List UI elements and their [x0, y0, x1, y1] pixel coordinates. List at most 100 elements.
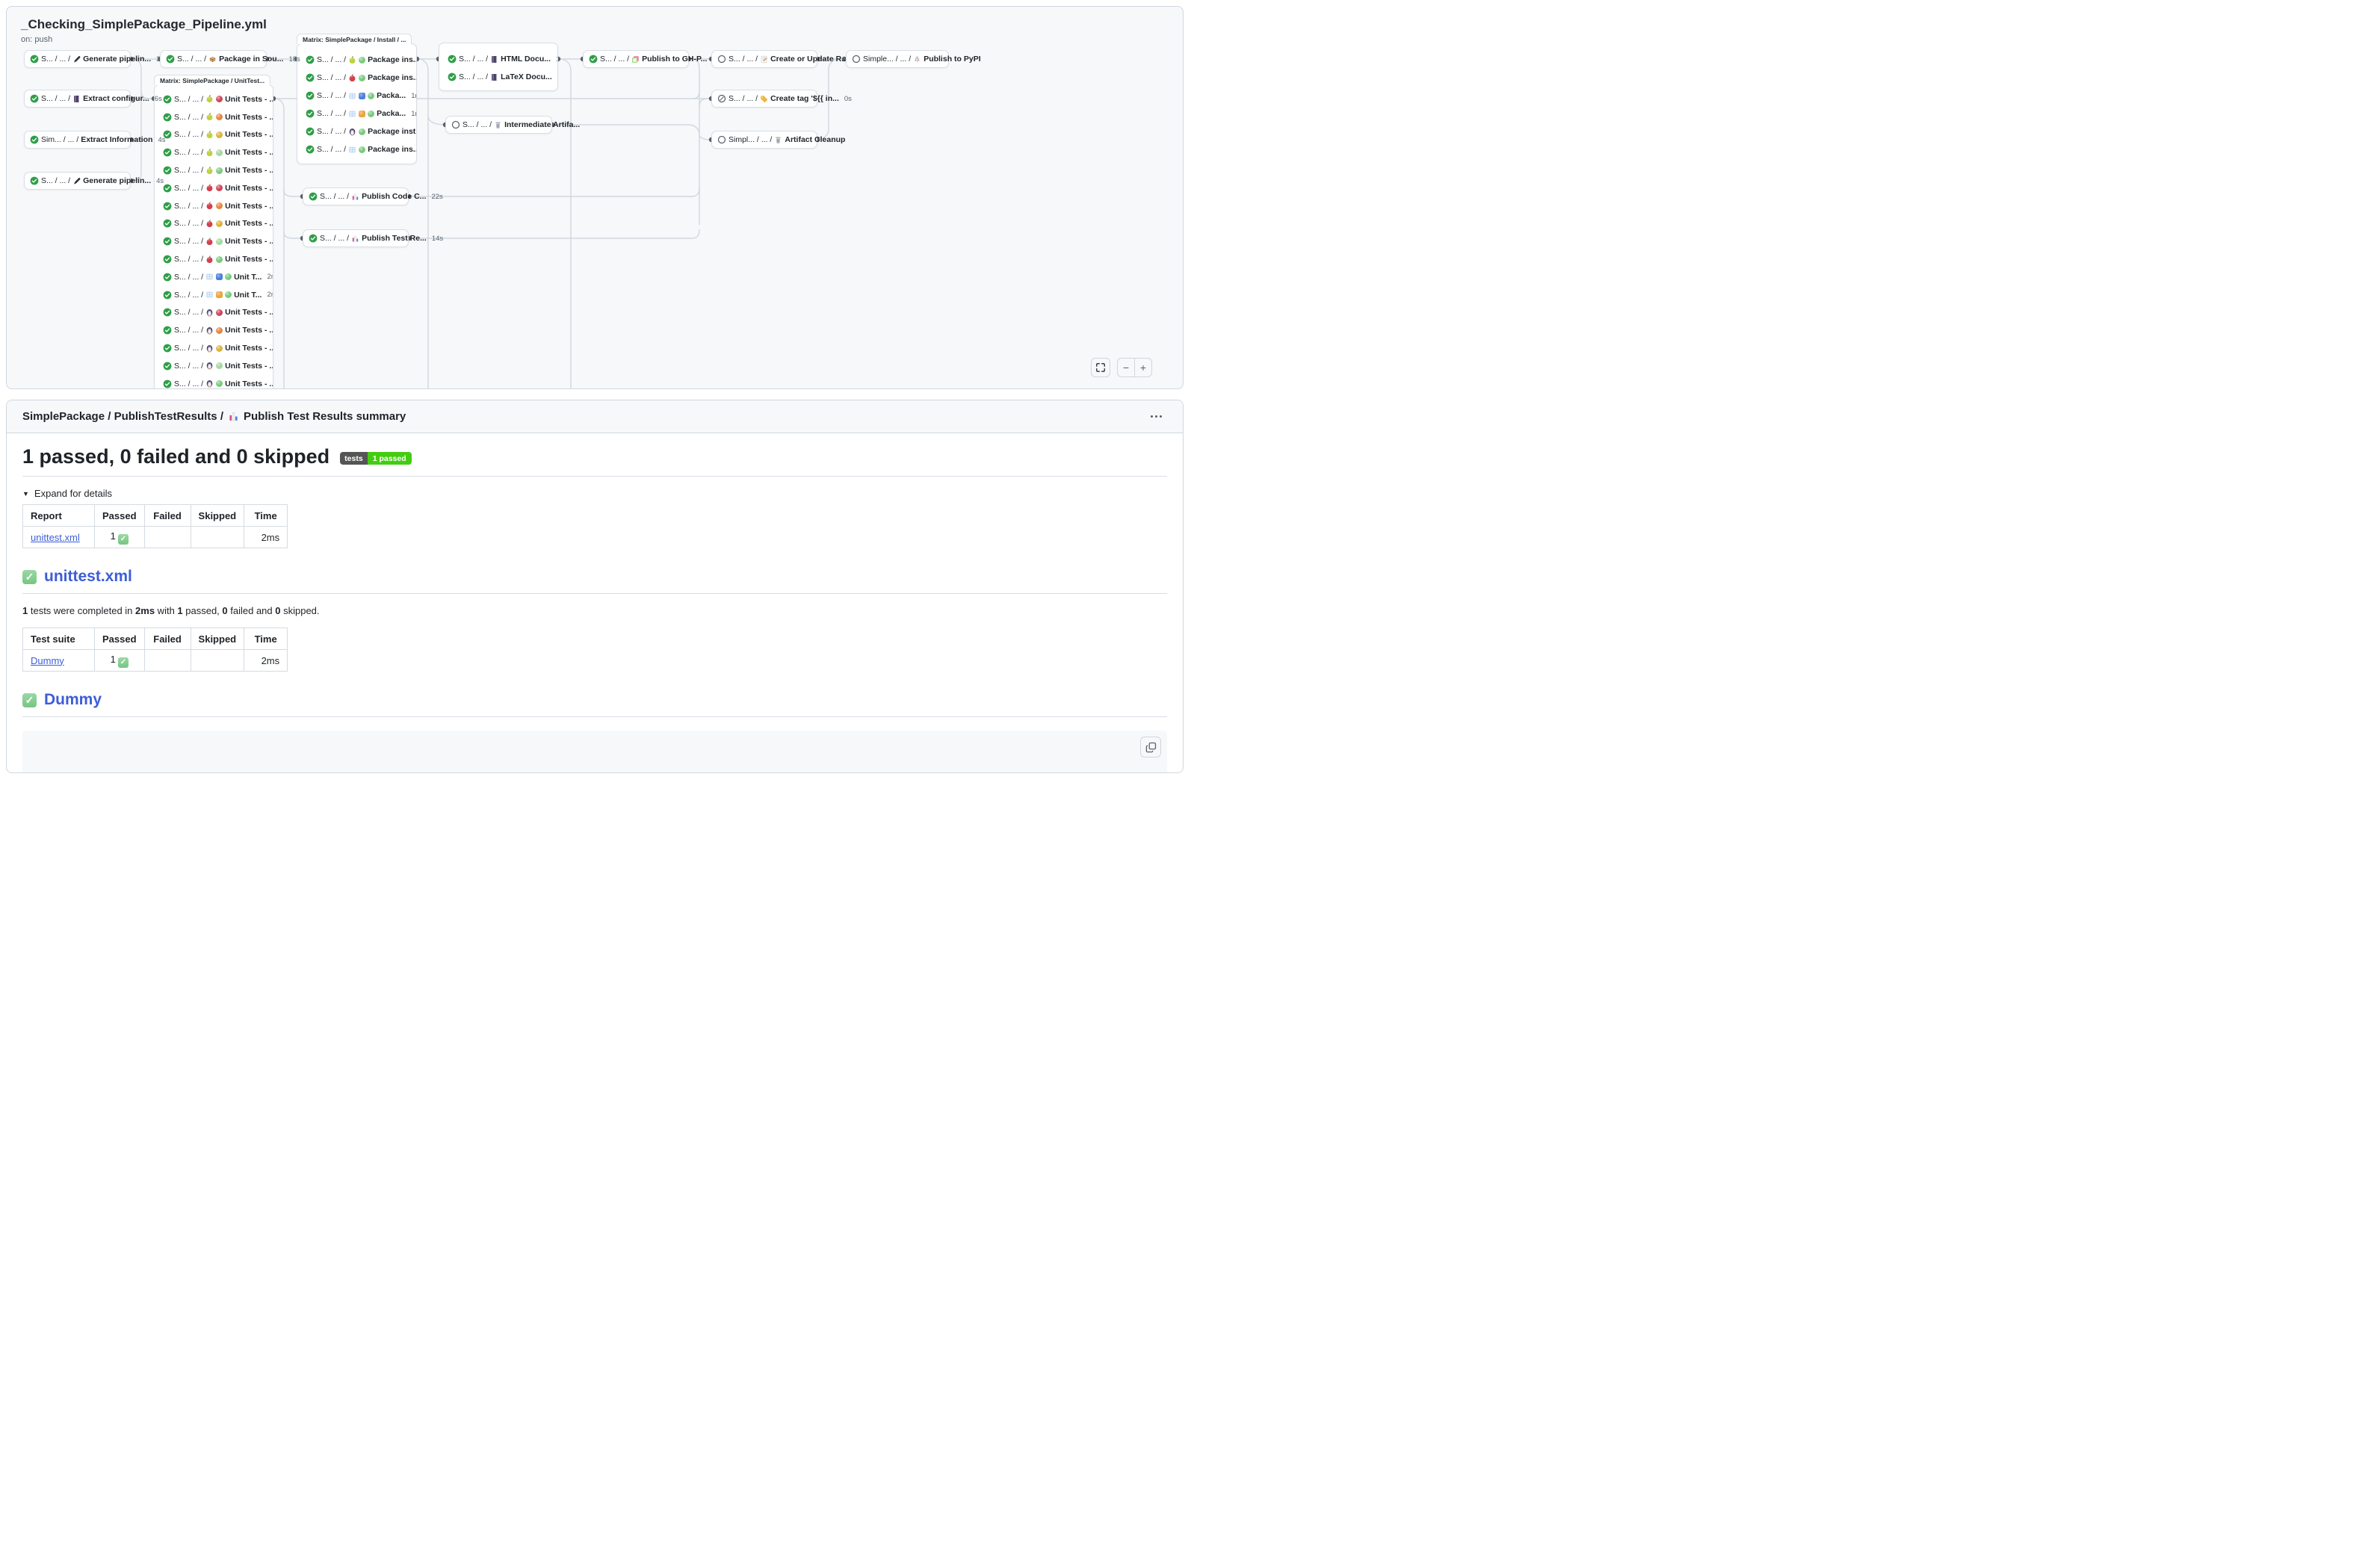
status-neutral-icon — [852, 55, 861, 63]
node-package-in-source[interactable]: S... / ... /Package in Sou...18s — [160, 50, 267, 68]
zoom-in-button[interactable]: + — [1135, 359, 1151, 376]
job-label: Intermediate Artifa... — [504, 120, 580, 129]
job-prefix: S... / ... / — [320, 234, 349, 243]
job-prefix: S... / ... / — [728, 94, 758, 103]
matrix-row[interactable]: S... / ... /Unit Tests - ...36s — [155, 90, 273, 108]
status-success-icon — [448, 72, 457, 81]
check-icon: ✓ — [118, 657, 129, 668]
status-success-icon — [163, 148, 172, 157]
matrix-row[interactable]: S... / ... /Unit Tests - ...16s — [155, 304, 273, 322]
matrix-row[interactable]: S... / ... /LaTeX Docu...1m 18s — [439, 68, 557, 86]
job-prefix: S... / ... / — [317, 55, 346, 64]
job-prefix: S... / ... / — [317, 145, 346, 154]
matrix-row[interactable]: S... / ... /Unit Tests - ...15s — [155, 339, 273, 357]
status-success-icon — [163, 95, 172, 104]
bar-chart-icon — [228, 411, 239, 422]
node-intermediate-artifacts[interactable]: S... / ... /Intermediate Artifa... — [445, 116, 552, 134]
matrix-row[interactable]: S... / ... /Package ins...11s — [297, 51, 416, 69]
matrix-row[interactable]: S... / ... /Packa...1m 45s — [297, 87, 416, 105]
card-documentation: S... / ... /HTML Docu...1m 46sS... / ...… — [439, 43, 558, 91]
file-heading-link[interactable]: unittest.xml — [44, 568, 132, 586]
passed-col-header: Passed — [95, 505, 145, 527]
job-prefix: S... / ... / — [41, 176, 70, 185]
tests-badge-label: tests — [340, 452, 368, 465]
matrix-row[interactable]: S... / ... /Unit T...2m 3s — [155, 286, 273, 304]
node-generate-pipeline-2[interactable]: S... / ... /Generate pipelin...4s — [24, 172, 131, 190]
dot-orange-icon — [216, 202, 223, 209]
job-duration: 4s — [155, 136, 165, 144]
status-success-icon — [30, 135, 39, 144]
penguin-icon — [205, 362, 214, 370]
job-prefix: Sim... / ... / — [41, 135, 78, 144]
matrix-row[interactable]: S... / ... /Unit Tests - ...28s — [155, 179, 273, 197]
matrix-row[interactable]: S... / ... /Unit Tests - ...27s — [155, 232, 273, 250]
notebook-icon — [490, 55, 498, 63]
matrix-row[interactable]: S... / ... /Unit Tests - ...13s — [155, 321, 273, 339]
suite-table: Test suite Passed Failed Skipped Time Du… — [22, 627, 288, 672]
job-prefix: S... / ... / — [174, 291, 203, 300]
node-create-tag[interactable]: S... / ... /Create tag '${{ in...0s — [711, 90, 817, 108]
time-col-header: Time — [244, 505, 288, 527]
dot-green-icon — [359, 57, 365, 63]
suite-link[interactable]: Dummy — [31, 655, 64, 666]
node-extract-configuration[interactable]: S... / ... /Extract configur...6s — [24, 90, 131, 108]
job-prefix: S... / ... / — [317, 127, 346, 136]
matrix-row[interactable]: S... / ... /Unit Tests - ...40s — [155, 250, 273, 268]
node-publish-to-pypi[interactable]: Simple... / ... /Publish to PyPI — [846, 50, 949, 68]
copy-button[interactable] — [1140, 737, 1161, 757]
node-create-or-update-release[interactable]: S... / ... /Create or Update R... — [711, 50, 817, 68]
summary-header: SimplePackage / PublishTestResults / Pub… — [7, 400, 1183, 433]
job-prefix: S... / ... / — [174, 237, 203, 246]
matrix-row[interactable]: S... / ... /Unit Tests - ...14s — [155, 375, 273, 389]
zoom-out-button[interactable]: − — [1118, 359, 1135, 376]
dot-yellow-icon — [216, 345, 223, 352]
matrix-row[interactable]: S... / ... /Unit Tests - ...14s — [155, 357, 273, 375]
pipeline-trigger: on: push — [21, 35, 52, 44]
node-publish-code-coverage[interactable]: S... / ... /Publish Code C...22s — [303, 188, 409, 205]
job-label: Extract configur... — [83, 94, 149, 103]
job-label: Publish Test Re... — [362, 234, 427, 243]
node-publish-gh-pages[interactable]: S... / ... /Publish to GH-P...7s — [583, 50, 689, 68]
report-link[interactable]: unittest.xml — [31, 532, 80, 543]
node-artifact-cleanup[interactable]: Simpl... / ... /Artifact Cleanup — [711, 131, 817, 149]
check-icon: ✓ — [118, 534, 129, 545]
apple-green-icon — [205, 131, 214, 139]
job-prefix: Simpl... / ... / — [728, 135, 772, 144]
dot-lightgreen-icon — [216, 362, 223, 369]
node-generate-pipeline-1[interactable]: S... / ... /Generate pipelin...3s — [24, 50, 131, 68]
summary-title: Publish Test Results summary — [244, 410, 406, 423]
status-success-icon — [163, 308, 172, 317]
matrix-row[interactable]: S... / ... /Package ins...14s — [297, 69, 416, 87]
kebab-menu-button[interactable] — [1145, 407, 1167, 427]
fullscreen-button[interactable] — [1091, 358, 1110, 377]
apple-green-icon — [205, 95, 214, 103]
matrix-row[interactable]: S... / ... /Unit Tests - ...30s — [155, 197, 273, 215]
job-prefix: S... / ... / — [728, 55, 758, 63]
job-prefix: S... / ... / — [174, 255, 203, 264]
file-section-heading: ✓ unittest.xml — [22, 568, 1167, 594]
job-prefix: S... / ... / — [174, 273, 203, 282]
fullscreen-icon — [1095, 362, 1106, 373]
matrix-row[interactable]: S... / ... /Unit Tests - ...25s — [155, 215, 273, 233]
skipped-col-header: Skipped — [191, 628, 244, 650]
matrix-row[interactable]: S... / ... /Package inst...9s — [297, 123, 416, 140]
zoom-control: − + — [1117, 358, 1152, 377]
matrix-row[interactable]: S... / ... /Unit Tests - ...18s — [155, 161, 273, 179]
matrix-row[interactable]: S... / ... /Package ins...22s — [297, 140, 416, 158]
job-duration: 2m 3s — [264, 291, 273, 299]
matrix-row[interactable]: S... / ... /Packa...1m 48s — [297, 105, 416, 123]
expand-for-details-toggle[interactable]: ▼ Expand for details — [22, 488, 1167, 499]
table-row: Dummy 1✓ 2ms — [23, 650, 288, 672]
job-label: Unit Tests - ... — [225, 219, 273, 228]
matrix-row[interactable]: S... / ... /Unit Tests - ...19s — [155, 126, 273, 144]
apple-green-icon — [348, 56, 356, 64]
node-publish-test-results[interactable]: S... / ... /Publish Test Re...14s — [303, 229, 409, 247]
matrix-row[interactable]: S... / ... /HTML Docu...1m 46s — [439, 50, 557, 68]
matrix-row[interactable]: S... / ... /Unit Tests - ...39s — [155, 108, 273, 126]
node-extract-information[interactable]: Sim... / ... /Extract Information4s — [24, 131, 131, 149]
window-icon — [348, 110, 356, 118]
workflow-graph-panel: _Checking_SimplePackage_Pipeline.yml on:… — [6, 6, 1184, 389]
matrix-row[interactable]: S... / ... /Unit Tests - ...20s — [155, 143, 273, 161]
matrix-row[interactable]: S... / ... /Unit T...2m 7s — [155, 268, 273, 286]
suite-heading-link[interactable]: Dummy — [44, 691, 102, 709]
